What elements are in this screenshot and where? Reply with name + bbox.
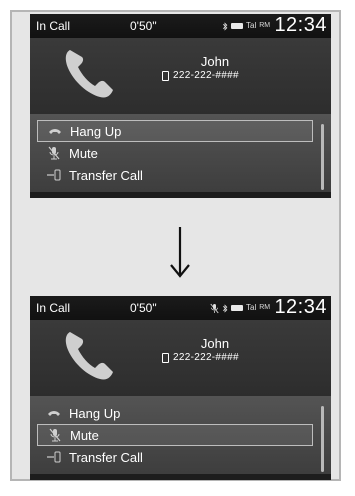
caller-info: John 222-222-#### [30,320,331,396]
caller-info: John 222-222-#### [30,38,331,114]
menu-item-label: Mute [69,145,98,161]
mobile-phone-icon [162,352,169,363]
menu-item-label: Transfer Call [69,167,143,183]
bluetooth-icon [222,303,228,313]
menu-item-label: Mute [70,427,99,443]
status-indicators: Tal RM [222,20,270,32]
signal-icon: Tal [246,21,257,30]
menu-item-label: Hang Up [70,123,122,139]
menu-item-mute[interactable]: Mute [37,142,313,164]
call-menu: Hang Up Mute Transfer Call [30,396,331,480]
roaming-icon: RM [259,22,271,29]
caller-number: 222-222-#### [162,352,239,363]
signal-icon: Tal [246,303,257,312]
bluetooth-icon [222,21,228,31]
transfer-call-icon [45,451,63,463]
menu-scrollbar[interactable] [321,124,324,190]
status-label: In Call [36,301,71,315]
caller-number-text: 222-222-#### [173,352,239,363]
phone-handset-icon [65,50,113,98]
mute-icon [45,146,63,160]
clock: 12:34 [274,296,327,318]
menu-item-hang-up[interactable]: Hang Up [37,402,313,424]
roaming-icon: RM [259,304,271,311]
screen-bottom-strip [30,192,331,198]
menu-item-label: Hang Up [69,405,121,421]
call-menu: Hang Up Mute Transfer Call [30,114,331,198]
battery-icon [231,305,243,311]
call-timer: 0'50" [130,301,157,315]
mobile-phone-icon [162,70,169,81]
battery-icon [231,23,243,29]
hang-up-icon [46,127,64,135]
menu-item-mute[interactable]: Mute [37,424,313,446]
down-arrow-icon [170,227,190,278]
call-screen-after: In Call 0'50" Tal RM 12:34 John 222-222-… [30,296,331,480]
menu-item-label: Transfer Call [69,449,143,465]
menu-item-transfer-call[interactable]: Transfer Call [37,164,313,186]
hang-up-icon [45,409,63,417]
clock: 12:34 [274,14,327,36]
status-label: In Call [36,19,71,33]
mute-icon [46,428,64,442]
status-indicators: Tal RM [210,302,270,314]
call-screen-before: In Call 0'50" Tal RM 12:34 John 222-222-… [30,14,331,198]
mute-status-icon [210,303,219,313]
caller-name: John [200,336,230,351]
status-bar: In Call 0'50" Tal RM 12:34 [30,296,331,320]
menu-item-transfer-call[interactable]: Transfer Call [37,446,313,468]
phone-handset-icon [65,332,113,380]
menu-item-hang-up[interactable]: Hang Up [37,120,313,142]
status-bar: In Call 0'50" Tal RM 12:34 [30,14,331,38]
screen-bottom-strip [30,474,331,480]
transfer-call-icon [45,169,63,181]
menu-scrollbar[interactable] [321,406,324,472]
caller-number: 222-222-#### [162,70,239,81]
call-timer: 0'50" [130,19,157,33]
caller-name: John [200,54,230,69]
caller-number-text: 222-222-#### [173,70,239,81]
